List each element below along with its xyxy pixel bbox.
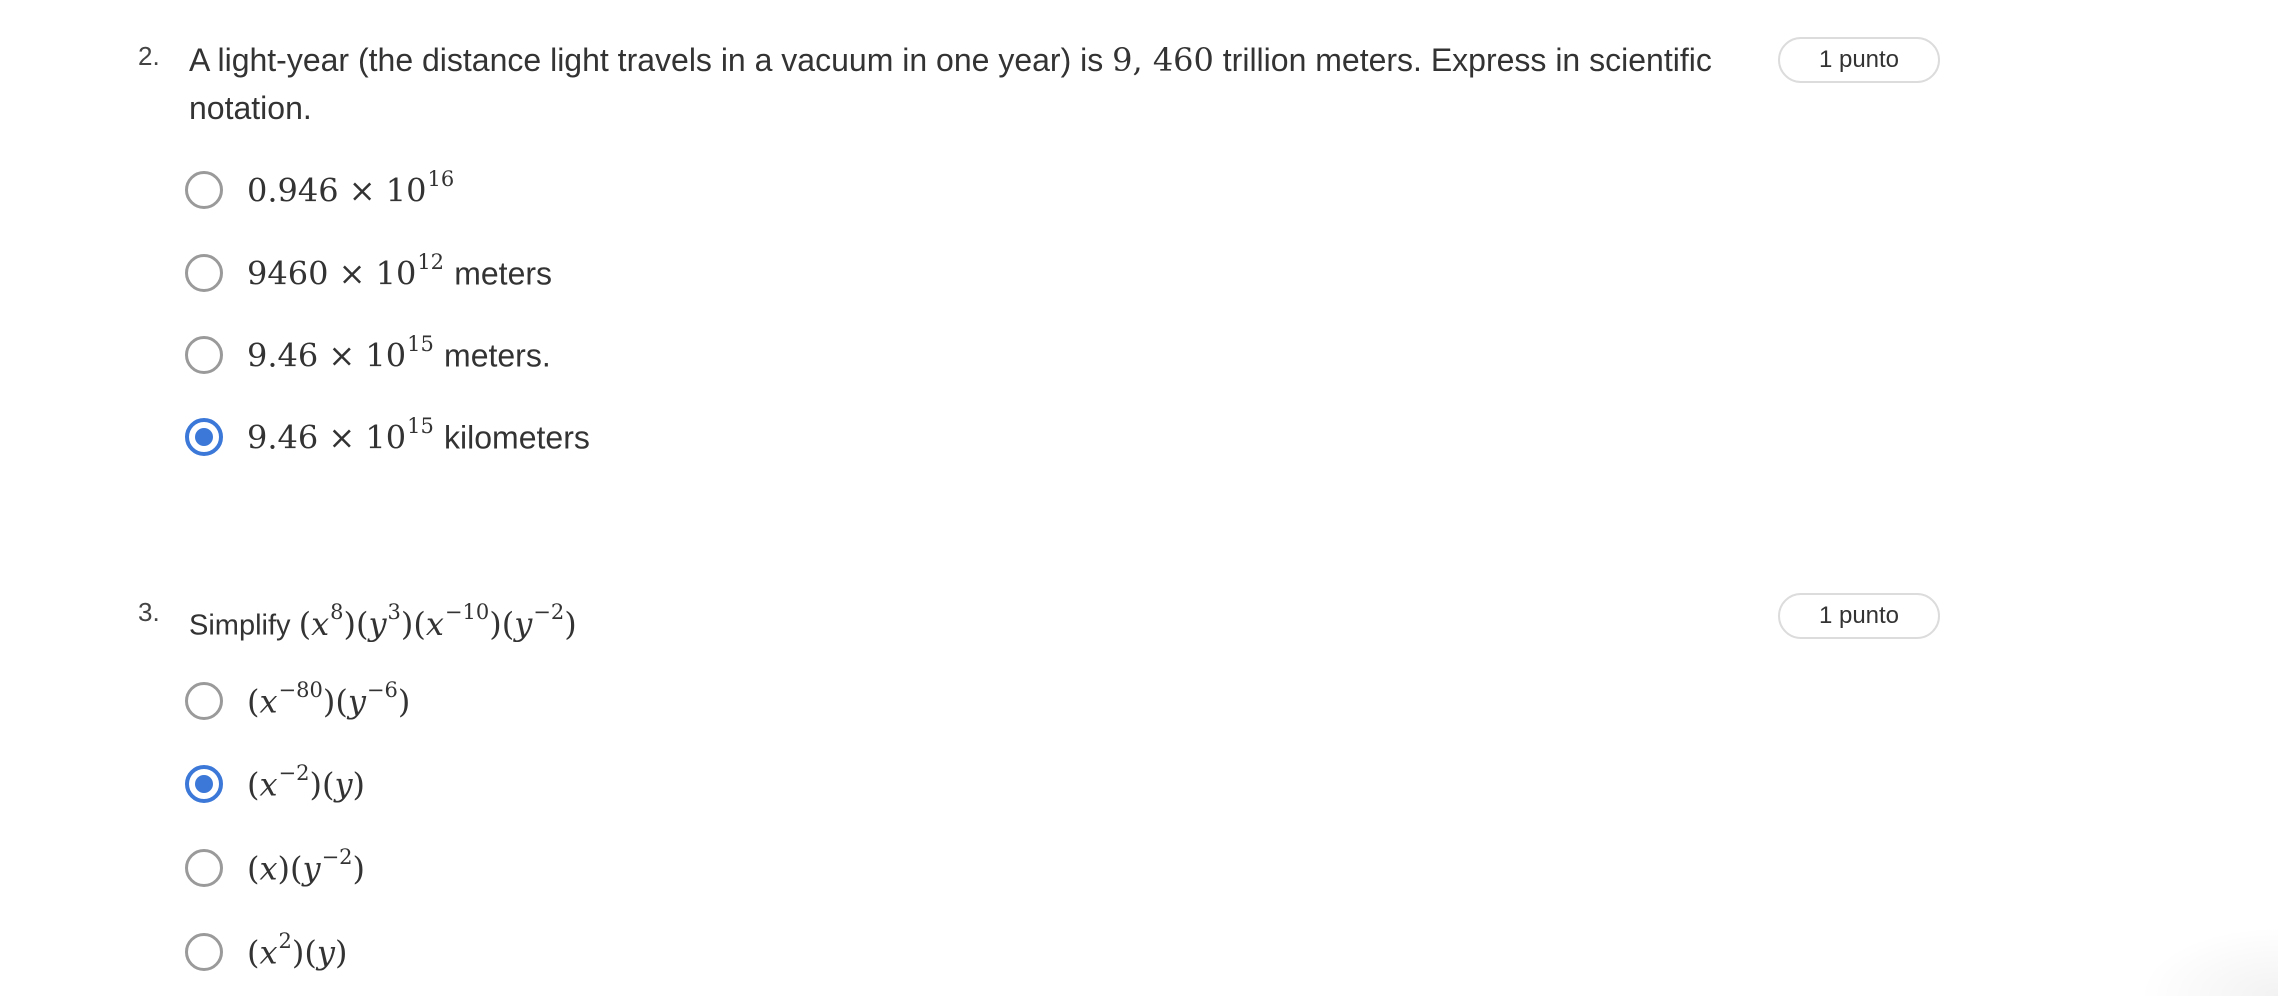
radio-button-selected[interactable] (185, 418, 223, 456)
question-math-value: 9, 460 (1112, 41, 1214, 79)
radio-button[interactable] (185, 336, 223, 374)
question-expression: (x8)(y3)(x−10)(y−2) (298, 600, 577, 643)
option-label: (x)(y−2) (247, 844, 366, 888)
option-label: 9460 × 1012 meters (247, 249, 553, 293)
option-label: 9.46 × 1015 kilometers (247, 413, 590, 457)
option-label: 9.46 × 1015 meters. (247, 331, 551, 375)
corner-shadow (2138, 926, 2278, 996)
points-badge: 1 punto (1778, 593, 1940, 639)
answer-option[interactable]: 9.46 × 1015 kilometers (185, 414, 590, 460)
radio-button[interactable] (185, 254, 223, 292)
answer-option[interactable]: (x−80)(y−6) (185, 678, 410, 724)
option-label: (x−80)(y−6) (247, 677, 411, 721)
question-text: A light-year (the distance light travels… (189, 36, 1779, 132)
answer-option[interactable]: (x2)(y) (185, 929, 347, 975)
question-text-part: A light-year (the distance light travels… (189, 42, 1104, 78)
question-number: 3. (138, 597, 160, 627)
radio-button[interactable] (185, 171, 223, 209)
option-label: (x2)(y) (247, 928, 348, 972)
radio-button[interactable] (185, 849, 223, 887)
answer-option[interactable]: 0.946 × 1016 (185, 167, 454, 213)
question-prompt: Simplify (189, 609, 291, 642)
answer-option[interactable]: (x)(y−2) (185, 845, 365, 891)
radio-button-selected[interactable] (185, 765, 223, 803)
question-text: Simplify (x8)(y3)(x−10)(y−2) (189, 592, 1779, 650)
answer-option[interactable]: 9460 × 1012 meters (185, 250, 552, 296)
answer-option[interactable]: 9.46 × 1015 meters. (185, 332, 551, 378)
radio-button[interactable] (185, 682, 223, 720)
radio-button[interactable] (185, 933, 223, 971)
points-badge: 1 punto (1778, 37, 1940, 83)
option-label: (x−2)(y) (247, 760, 366, 804)
question-number: 2. (138, 41, 160, 71)
option-label: 0.946 × 1016 (247, 166, 455, 210)
answer-option[interactable]: (x−2)(y) (185, 761, 365, 807)
